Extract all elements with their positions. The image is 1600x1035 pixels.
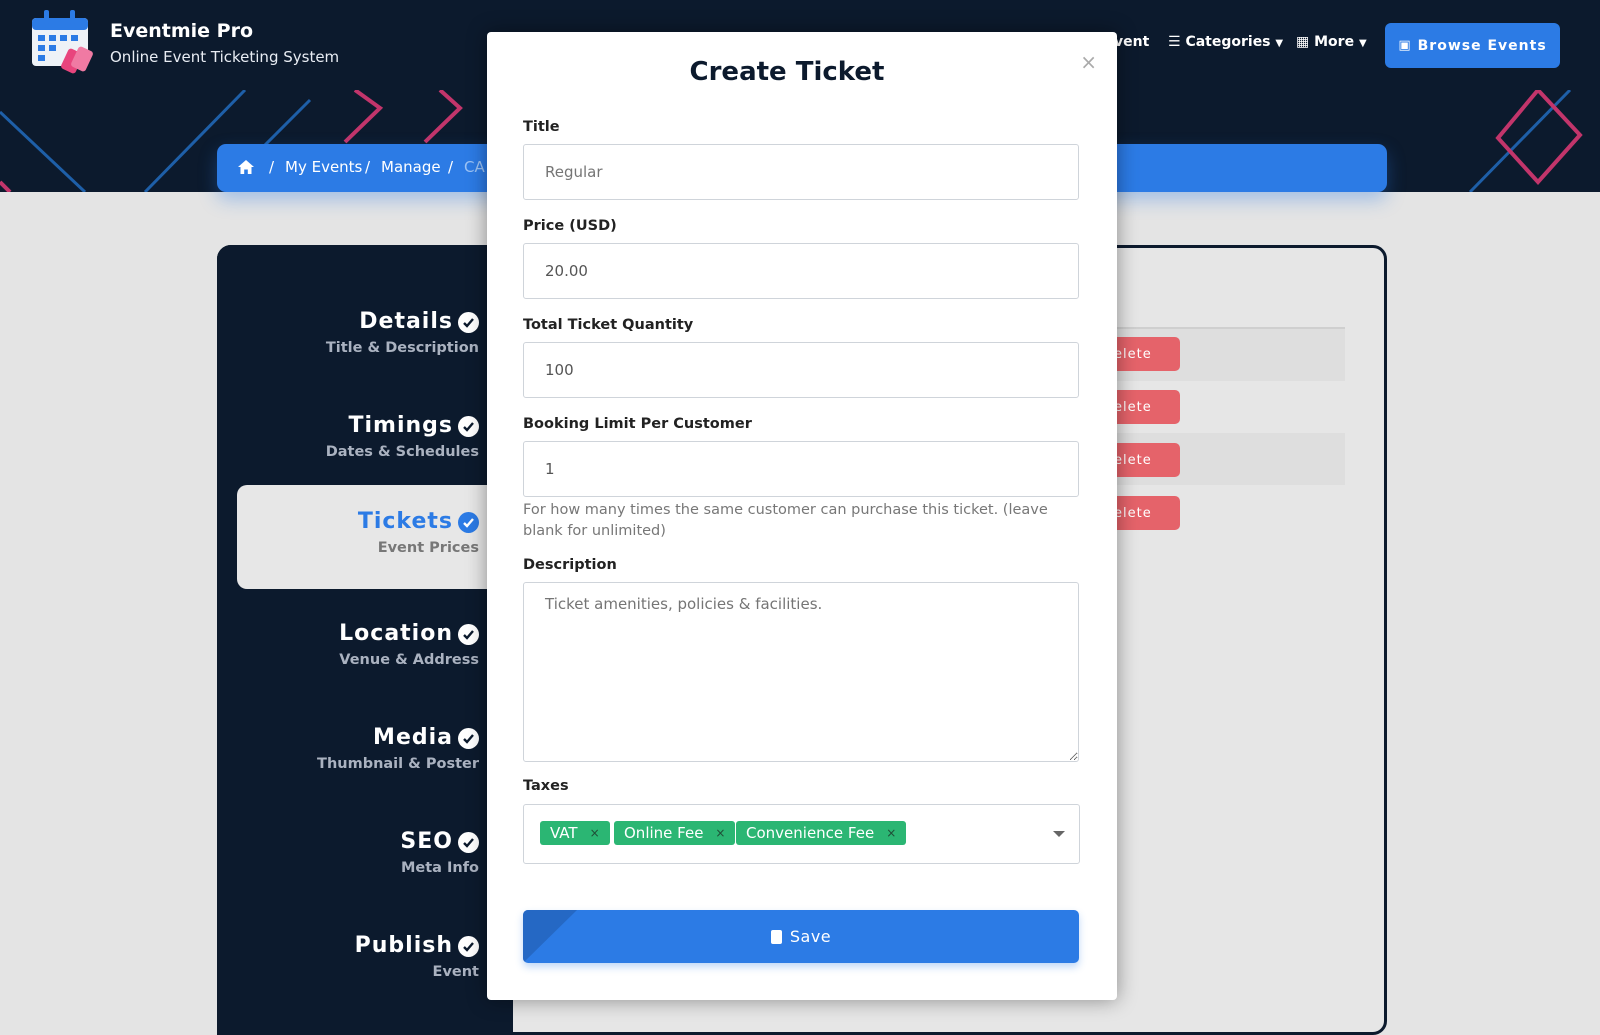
brand-title[interactable]: Eventmie Pro <box>110 20 253 42</box>
modal-title: Create Ticket <box>689 57 885 87</box>
step-subtitle: Dates & Schedules <box>325 444 479 460</box>
save-label: Save <box>789 927 832 946</box>
breadcrumb-current: CA <box>464 158 485 176</box>
nav-more-dropdown[interactable]: ▦ More ▼ <box>1296 34 1367 50</box>
nav-more-label: More <box>1314 34 1355 50</box>
browse-events-button[interactable]: ▣ Browse Events <box>1385 23 1560 68</box>
step-subtitle: Event <box>432 964 479 980</box>
breadcrumb-separator: / <box>448 158 454 176</box>
quantity-input[interactable] <box>523 342 1079 398</box>
step-tickets[interactable]: Tickets Event Prices <box>237 485 493 589</box>
step-title: Timings <box>348 413 453 438</box>
step-title: SEO <box>400 829 453 854</box>
breadcrumb-manage[interactable]: Manage <box>381 158 441 176</box>
check-circle-icon <box>458 728 479 749</box>
step-title: Location <box>339 621 453 646</box>
remove-tag-icon[interactable]: × <box>715 826 725 840</box>
check-circle-icon <box>458 624 479 645</box>
step-media[interactable]: Media Thumbnail & Poster <box>237 701 493 805</box>
price-label: Price (USD) <box>523 218 617 234</box>
nav-categories-dropdown[interactable]: ☰ Categories ▼ <box>1168 34 1283 50</box>
step-title: Details <box>359 309 453 334</box>
step-subtitle: Event Prices <box>377 540 479 556</box>
description-textarea[interactable] <box>523 582 1079 762</box>
booking-limit-input[interactable] <box>523 441 1079 497</box>
price-input[interactable] <box>523 243 1079 299</box>
title-label: Title <box>523 119 560 135</box>
tax-tag-vat: VAT × <box>540 821 610 845</box>
check-circle-icon <box>458 312 479 333</box>
step-publish[interactable]: Publish Event <box>237 909 493 1013</box>
booking-limit-label: Booking Limit Per Customer <box>523 416 752 432</box>
breadcrumb-separator: / <box>365 158 371 176</box>
step-seo[interactable]: SEO Meta Info <box>237 805 493 909</box>
list-icon: ☰ <box>1168 34 1181 50</box>
breadcrumb-my-events[interactable]: My Events <box>285 158 362 176</box>
check-circle-icon <box>458 936 479 957</box>
step-timings[interactable]: Timings Dates & Schedules <box>237 389 493 493</box>
ticket-title-input[interactable] <box>523 144 1079 200</box>
booking-limit-help: For how many times the same customer can… <box>523 502 1048 539</box>
step-title: Tickets <box>357 509 453 534</box>
close-icon[interactable]: × <box>1080 50 1097 74</box>
description-label: Description <box>523 557 617 573</box>
remove-tag-icon[interactable]: × <box>590 826 600 840</box>
button-decoration <box>523 910 577 963</box>
calendar-icon: ▣ <box>1398 38 1412 53</box>
check-circle-icon <box>458 832 479 853</box>
tax-tag-convenience-fee: Convenience Fee × <box>736 821 907 845</box>
check-circle-icon <box>458 416 479 437</box>
step-subtitle: Venue & Address <box>339 652 479 668</box>
wizard-sidebar: Details Title & Description Timings Date… <box>217 245 513 1035</box>
nav-create-event-link[interactable]: vent <box>1114 34 1149 50</box>
tag-label: VAT <box>550 824 578 842</box>
calendar-logo-icon <box>30 8 98 76</box>
step-subtitle: Title & Description <box>325 340 479 356</box>
create-ticket-modal: Create Ticket × Title Price (USD) Total … <box>487 32 1117 1000</box>
save-button[interactable]: Save <box>523 910 1079 963</box>
grid-icon: ▦ <box>1296 34 1310 50</box>
caret-down-icon: ▼ <box>1275 38 1284 49</box>
quantity-label: Total Ticket Quantity <box>523 317 694 333</box>
step-title: Publish <box>354 933 453 958</box>
nav-categories-label: Categories <box>1185 34 1271 50</box>
step-title: Media <box>373 725 453 750</box>
step-location[interactable]: Location Venue & Address <box>237 597 493 701</box>
step-subtitle: Thumbnail & Poster <box>317 756 479 772</box>
tag-label: Convenience Fee <box>746 824 875 842</box>
caret-down-icon: ▼ <box>1358 38 1367 49</box>
check-circle-icon <box>458 512 479 533</box>
step-details[interactable]: Details Title & Description <box>237 285 493 389</box>
save-icon <box>770 929 782 944</box>
tag-label: Online Fee <box>624 824 704 842</box>
breadcrumb-separator: / <box>269 158 275 176</box>
tax-tag-online-fee: Online Fee × <box>614 821 736 845</box>
remove-tag-icon[interactable]: × <box>886 826 896 840</box>
brand-subtitle: Online Event Ticketing System <box>110 48 340 66</box>
step-subtitle: Meta Info <box>400 860 479 876</box>
home-icon[interactable] <box>237 158 255 176</box>
taxes-label: Taxes <box>523 778 569 794</box>
browse-events-label: Browse Events <box>1417 37 1547 54</box>
dropdown-caret-icon[interactable] <box>1053 831 1065 837</box>
taxes-multiselect[interactable]: VAT × Online Fee × Convenience Fee × <box>523 804 1080 864</box>
